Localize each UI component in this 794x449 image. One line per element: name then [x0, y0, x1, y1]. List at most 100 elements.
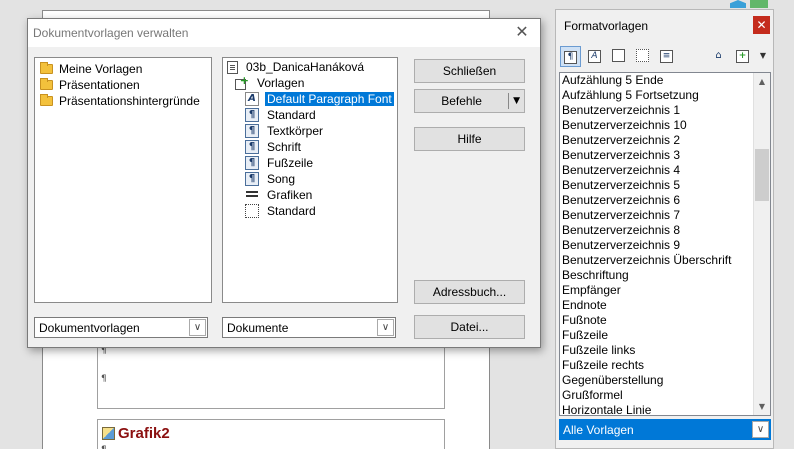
close-button[interactable]: Schließen [414, 59, 525, 83]
style-filter-combo[interactable]: Alle Vorlagen ∨ [559, 419, 771, 440]
tree-style-item[interactable]: Grafiken [245, 187, 314, 203]
style-list-item[interactable]: Benutzerverzeichnis Überschrift [560, 253, 756, 268]
style-list-item[interactable]: Benutzerverzeichnis 1 [560, 103, 756, 118]
category-item-my-templates[interactable]: Meine Vorlagen [40, 61, 142, 76]
style-list-item[interactable]: Beschriftung [560, 268, 756, 283]
style-list-item[interactable]: Benutzerverzeichnis 5 [560, 178, 756, 193]
style-list-item[interactable]: Grußformel [560, 388, 756, 403]
scroll-down-icon[interactable]: ▼ [754, 398, 770, 415]
chevron-down-icon[interactable]: ∨ [189, 319, 206, 336]
panel-titlebar: Formatvorlagen ✕ [556, 10, 773, 42]
text-frame[interactable]: ¶ ¶ [97, 341, 445, 409]
dialog-title: Dokumentvorlagen verwalten [33, 26, 189, 40]
graphic-name: Grafik2 [118, 425, 170, 442]
style-list-item[interactable]: Benutzerverzeichnis 7 [560, 208, 756, 223]
documents-tree[interactable]: 03b_DanicaHanáková + Vorlagen A Default … [222, 57, 398, 303]
style-list-item[interactable]: Benutzerverzeichnis 3 [560, 148, 756, 163]
image-icon [102, 427, 115, 440]
commands-label: Befehle [441, 94, 482, 108]
folder-icon [40, 93, 53, 106]
tree-label: 03b_DanicaHanáková [246, 60, 365, 74]
tray-icon [730, 0, 746, 8]
tree-templates-node[interactable]: + Vorlagen [235, 75, 306, 91]
page-styles-icon[interactable] [632, 46, 653, 67]
category-label: Präsentationshintergründe [59, 93, 200, 108]
scrollbar-thumb[interactable] [755, 149, 769, 201]
manage-templates-dialog: Dokumentvorlagen verwalten ✕ Meine Vorla… [27, 18, 541, 348]
tree-label: Song [267, 172, 296, 186]
paragraph-styles-icon[interactable]: ¶ [560, 46, 581, 67]
tree-style-item[interactable]: ¶ Song [245, 171, 297, 187]
paragraph-style-icon: ¶ [245, 124, 259, 138]
style-list-item[interactable]: Aufzählung 5 Ende [560, 73, 756, 88]
paragraph-mark: ¶ [101, 374, 107, 384]
filter-value: Alle Vorlagen [563, 423, 634, 437]
tray-icon [750, 0, 768, 8]
style-list-item[interactable]: Empfänger [560, 283, 756, 298]
templates-combo[interactable]: Dokumentvorlagen ∨ [34, 317, 208, 338]
tree-style-item[interactable]: ¶ Fußzeile [245, 155, 315, 171]
style-list-item[interactable]: Benutzerverzeichnis 2 [560, 133, 756, 148]
style-list-item[interactable]: Aufzählung 5 Fortsetzung [560, 88, 756, 103]
tree-label: Fußzeile [267, 156, 314, 170]
style-list-item[interactable]: Horizontale Linie [560, 403, 756, 415]
tree-label: Schrift [267, 140, 302, 154]
template-categories-list[interactable]: Meine Vorlagen Präsentationen Präsentati… [34, 57, 212, 303]
tree-label: Textkörper [267, 124, 324, 138]
tree-label: Standard [267, 204, 316, 218]
tree-style-item[interactable]: ¶ Schrift [245, 139, 303, 155]
tree-document-node[interactable]: 03b_DanicaHanáková [227, 59, 366, 75]
fill-format-icon[interactable]: ⌂ [708, 46, 729, 67]
styles-list-items: Aufzählung 5 Ende Aufzählung 5 Fortsetzun… [560, 73, 756, 415]
style-list-item[interactable]: Fußnote [560, 313, 756, 328]
category-item-presentations[interactable]: Präsentationen [40, 77, 140, 92]
character-style-icon: A [245, 92, 259, 106]
frame-styles-icon[interactable] [608, 46, 629, 67]
combo-value: Dokumente [227, 321, 289, 335]
close-icon[interactable]: ✕ [753, 16, 770, 34]
graphic-frame[interactable]: Grafik2 ¶ [97, 419, 445, 449]
chevron-down-icon[interactable]: ▼ [756, 46, 770, 67]
frame-style-icon [245, 188, 259, 202]
folder-icon [40, 61, 53, 74]
style-list-item[interactable]: Benutzerverzeichnis 6 [560, 193, 756, 208]
tree-label: Default Paragraph Font [265, 92, 394, 106]
paragraph-mark: ¶ [101, 445, 107, 449]
address-book-button[interactable]: Adressbuch... [414, 280, 525, 304]
character-styles-icon[interactable]: A [584, 46, 605, 67]
style-list-item[interactable]: Fußzeile links [560, 343, 756, 358]
chevron-down-icon[interactable]: ∨ [377, 319, 394, 336]
tree-style-item[interactable]: A Default Paragraph Font [245, 91, 394, 107]
vertical-scrollbar[interactable]: ▲ ▼ [753, 73, 770, 415]
tree-label: Grafiken [267, 188, 313, 202]
style-list-item[interactable]: Benutzerverzeichnis 10 [560, 118, 756, 133]
paragraph-style-icon: ¶ [245, 108, 259, 122]
styles-list[interactable]: Aufzählung 5 Ende Aufzählung 5 Fortsetzun… [559, 72, 771, 416]
style-list-item[interactable]: Fußzeile rechts [560, 358, 756, 373]
tree-style-item[interactable]: ¶ Textkörper [245, 123, 325, 139]
list-styles-icon[interactable]: ≡ [656, 46, 677, 67]
style-list-item[interactable]: Benutzerverzeichnis 8 [560, 223, 756, 238]
documents-combo[interactable]: Dokumente ∨ [222, 317, 396, 338]
scroll-up-icon[interactable]: ▲ [754, 73, 770, 90]
tree-label: Vorlagen [257, 76, 305, 90]
dropdown-arrow-icon[interactable]: ▼ [509, 96, 524, 106]
category-label: Präsentationen [59, 77, 140, 92]
graphic-label: Grafik2 [102, 425, 170, 442]
category-item-presentation-backgrounds[interactable]: Präsentationshintergründe [40, 93, 200, 108]
style-list-item[interactable]: Benutzerverzeichnis 4 [560, 163, 756, 178]
style-list-item[interactable]: Benutzerverzeichnis 9 [560, 238, 756, 253]
paragraph-style-icon: ¶ [245, 156, 259, 170]
file-button[interactable]: Datei... [414, 315, 525, 339]
tree-style-item[interactable]: ¶ Standard [245, 107, 318, 123]
style-list-item[interactable]: Endnote [560, 298, 756, 313]
close-icon[interactable]: ✕ [512, 22, 532, 42]
commands-button[interactable]: Befehle ▼ [414, 89, 525, 113]
style-list-item[interactable]: Fußzeile [560, 328, 756, 343]
new-style-icon[interactable]: + [732, 46, 753, 67]
chevron-down-icon[interactable]: ∨ [752, 421, 769, 438]
tree-style-item[interactable]: Standard [245, 203, 318, 219]
help-button[interactable]: Hilfe [414, 127, 525, 151]
style-list-item[interactable]: Gegenüberstellung [560, 373, 756, 388]
paragraph-style-icon: ¶ [245, 140, 259, 154]
